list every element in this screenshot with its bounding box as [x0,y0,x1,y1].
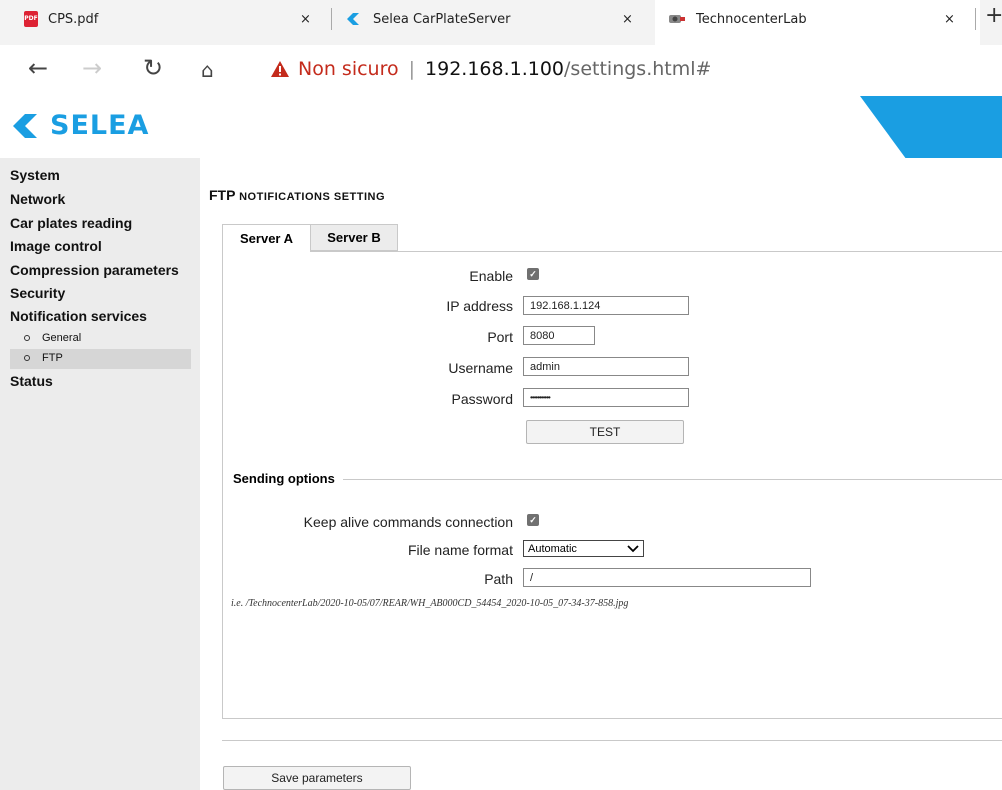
tab-server-a[interactable]: Server A [222,224,311,252]
keep-alive-label: Keep alive commands connection [303,514,513,530]
sidebar-item-image-control[interactable]: Image control [10,238,102,254]
keep-alive-checkbox[interactable]: ✓ [527,514,539,526]
bullet-icon [24,335,30,341]
enable-checkbox[interactable]: ✓ [527,268,539,280]
file-name-format-label: File name format [407,542,513,558]
sidebar-item-security[interactable]: Security [10,285,65,301]
header-banner [860,96,1002,158]
url-field[interactable]: Non sicuro | 192.168.1.100/settings.html… [270,58,711,80]
sidebar-subitem-ftp[interactable]: FTP [24,352,63,364]
port-label: Port [487,329,513,345]
path-example: i.e. /TechnocenterLab/2020-10-05/07/REAR… [231,598,629,609]
sending-options-legend: Sending options [233,471,343,486]
warning-icon [271,61,289,77]
back-icon[interactable]: ← [28,54,48,82]
sidebar-subitem-label: General [42,332,82,344]
pdf-icon: PDF [24,11,38,27]
tab-server-b[interactable]: Server B [311,224,398,251]
page-title: FTP NOTIFICATIONS SETTING [209,187,385,203]
selea-icon [347,13,359,25]
home-icon[interactable]: ⌂ [201,58,214,82]
browser-tab-bar: PDF CPS.pdf × Selea CarPlateServer × Tec… [0,0,1002,45]
tab-technocenterlab[interactable]: TechnocenterLab [668,6,807,32]
sidebar-item-car-plates-reading[interactable]: Car plates reading [10,215,132,231]
password-label: Password [451,391,513,407]
page-title-big: FTP [209,187,236,203]
tab-cps-pdf[interactable]: PDF CPS.pdf [24,6,98,32]
chevron-down-icon [627,544,639,552]
url-path: /settings.html# [564,58,712,80]
selea-logo-icon [13,113,37,138]
enable-label: Enable [469,268,513,284]
tab-separator [975,8,976,30]
sidebar-subitem-general[interactable]: General [24,332,81,344]
close-tab-icon[interactable]: × [622,6,633,32]
username-input[interactable] [523,357,689,376]
sidebar-item-status[interactable]: Status [10,373,53,389]
footer-divider [222,740,1002,741]
new-tab-icon[interactable]: + [985,2,1002,28]
tab-separator [331,8,332,30]
save-parameters-button[interactable]: Save parameters [223,766,411,790]
close-tab-icon[interactable]: × [300,6,311,32]
path-input[interactable] [523,568,811,587]
file-name-format-value: Automatic [528,542,577,555]
bullet-icon [24,355,30,361]
sending-options-divider [233,479,1002,480]
path-label: Path [484,571,513,587]
file-name-format-select[interactable]: Automatic [523,540,644,557]
ip-address-label: IP address [446,298,513,314]
url-host: 192.168.1.100 [425,58,565,80]
page-title-small: NOTIFICATIONS SETTING [239,191,386,203]
tab-title: CPS.pdf [48,11,99,27]
camera-icon [669,15,685,23]
sidebar-subitem-label: FTP [42,352,63,364]
tab-title: TechnocenterLab [696,11,807,27]
close-tab-icon[interactable]: × [944,6,955,32]
tab-title: Selea CarPlateServer [373,11,511,27]
sidebar-item-network[interactable]: Network [10,191,65,207]
port-input[interactable] [523,326,595,345]
username-label: Username [448,360,513,376]
refresh-icon[interactable]: ↻ [143,54,163,82]
ip-address-input[interactable] [523,296,689,315]
password-input[interactable] [523,388,689,407]
test-button[interactable]: TEST [526,420,684,444]
forward-icon: → [82,54,103,82]
url-divider: | [408,58,416,80]
security-warning: Non sicuro [298,58,399,80]
tab-selea[interactable]: Selea CarPlateServer [345,6,511,32]
sidebar-item-compression-parameters[interactable]: Compression parameters [10,262,179,278]
selea-logo: SELEA [10,110,149,141]
logo-text: SELEA [50,110,150,141]
sidebar-item-system[interactable]: System [10,167,60,183]
sidebar-item-notification-services[interactable]: Notification services [10,308,147,324]
